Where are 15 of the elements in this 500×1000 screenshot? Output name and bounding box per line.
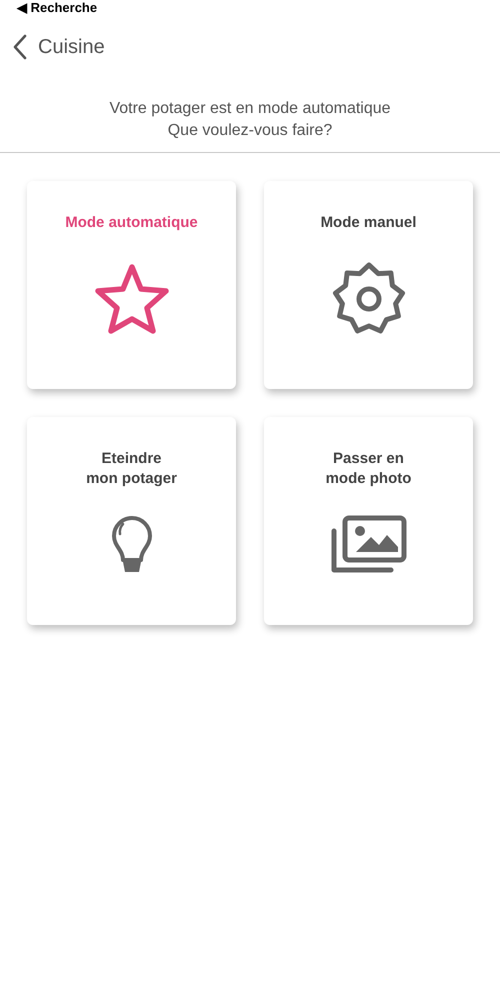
card-label: Eteindre mon potager xyxy=(86,449,177,489)
prompt-text: Votre potager est en mode automatique Que voulez-vous faire? xyxy=(109,99,391,141)
mode-card[interactable]: Eteindre mon potager xyxy=(27,417,236,625)
photo-gallery-icon xyxy=(330,515,406,575)
card-label: Mode automatique xyxy=(65,213,198,233)
card-label: Passer en mode photo xyxy=(326,449,412,489)
mode-card[interactable]: Mode manuel xyxy=(264,181,473,389)
card-label: Mode manuel xyxy=(320,213,416,233)
back-icon[interactable] xyxy=(12,34,28,60)
nav-title: Cuisine xyxy=(38,35,105,60)
light-bulb-icon xyxy=(110,516,152,574)
mode-card[interactable]: Passer en mode photo xyxy=(264,417,473,625)
back-to-app-link[interactable]: ◀ Recherche xyxy=(17,0,98,14)
star-icon xyxy=(94,263,170,335)
mode-card[interactable]: Mode automatique xyxy=(27,181,236,389)
